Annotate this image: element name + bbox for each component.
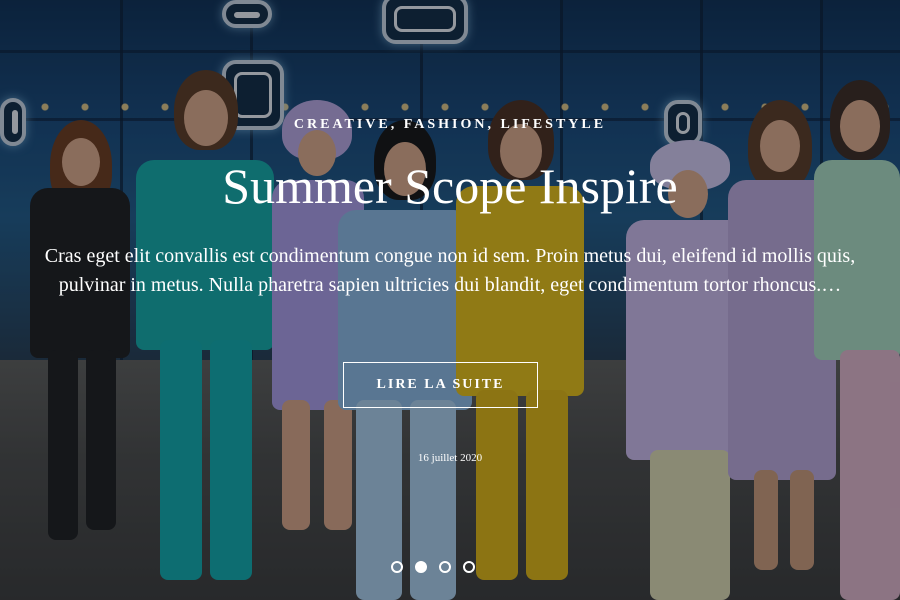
read-more-button[interactable]: LIRE LA SUITE [343, 362, 538, 408]
slider-dot-2[interactable] [415, 561, 427, 573]
slider-pagination [391, 561, 475, 573]
slider-dot-1[interactable] [391, 561, 403, 573]
post-categories[interactable]: CREATIVE, FASHION, LIFESTYLE [0, 117, 900, 133]
hero-slide: CREATIVE, FASHION, LIFESTYLE Summer Scop… [0, 0, 900, 600]
post-title[interactable]: Summer Scope Inspire [0, 156, 900, 216]
slider-dot-3[interactable] [439, 561, 451, 573]
post-date: 16 juillet 2020 [417, 452, 483, 464]
slider-dot-4[interactable] [463, 561, 475, 573]
post-excerpt: Cras eget elit convallis est condimentum… [44, 245, 856, 296]
